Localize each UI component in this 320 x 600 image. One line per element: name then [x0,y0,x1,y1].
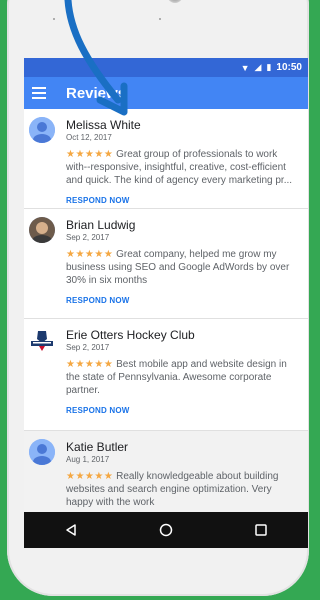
review-date: Oct 12, 2017 [66,133,112,142]
sensor-dot [53,18,55,20]
review-list: Melissa White Oct 12, 2017 ★★★★★ Great g… [24,109,308,548]
reviewer-name: Katie Butler [66,440,129,454]
sensor-dot [159,18,161,20]
default-avatar-icon [29,117,55,143]
hamburger-menu-icon[interactable] [32,87,46,99]
review-text: ★★★★★ Really knowledgeable about buildin… [66,470,298,509]
review-date: Aug 1, 2017 [66,455,110,464]
reviewer-name: Erie Otters Hockey Club [66,328,195,342]
review-item: Melissa White Oct 12, 2017 ★★★★★ Great g… [24,109,308,209]
respond-now-button[interactable]: RESPOND NOW [66,406,298,415]
review-date: Sep 2, 2017 [66,233,110,242]
review-item: Erie Otters Hockey Club Sep 2, 2017 ★★★★… [24,319,308,431]
review-text: ★★★★★ Great group of professionals to wo… [66,148,298,187]
phone-screen: ▼ ◢ ▮ 10:50 Reviews Melissa White Oct 12… [24,58,308,548]
photo-avatar [29,217,55,243]
recents-icon[interactable] [246,515,276,545]
reviewer-name: Melissa White [66,118,141,132]
star-rating: ★★★★★ [66,471,114,482]
star-rating: ★★★★★ [66,359,114,370]
back-icon[interactable] [56,515,86,545]
respond-now-button[interactable]: RESPOND NOW [66,196,298,205]
android-nav-bar [24,512,308,548]
review-item: Brian Ludwig Sep 2, 2017 ★★★★★ Great com… [24,209,308,319]
wifi-icon: ▼ [240,62,250,73]
status-bar: ▼ ◢ ▮ 10:50 [24,58,308,77]
hockey-logo-avatar [29,327,55,353]
camera-icon [167,0,183,3]
app-bar: Reviews [24,77,308,109]
signal-icon: ◢ [254,62,262,72]
default-avatar-icon [29,439,55,465]
respond-now-button[interactable]: RESPOND NOW [66,296,298,305]
home-icon[interactable] [151,515,181,545]
page-title: Reviews [66,84,127,102]
review-date: Sep 2, 2017 [66,343,110,352]
review-text: ★★★★★ Best mobile app and website design… [66,358,298,397]
review-text: ★★★★★ Great company, helped me grow my b… [66,248,298,287]
status-time: 10:50 [276,62,302,73]
battery-icon: ▮ [266,62,272,72]
star-rating: ★★★★★ [66,249,114,260]
reviewer-name: Brian Ludwig [66,218,136,232]
star-rating: ★★★★★ [66,149,114,160]
